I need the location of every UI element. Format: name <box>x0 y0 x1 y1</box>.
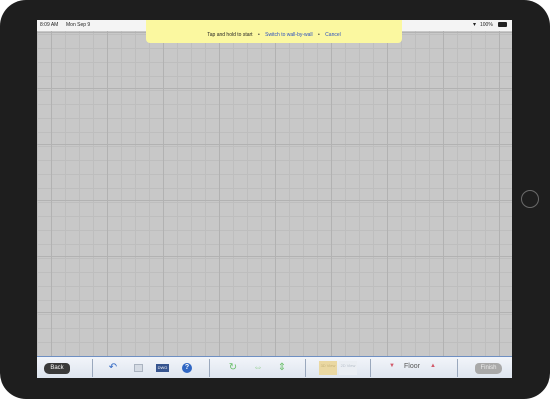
battery-percent: 100% <box>480 22 493 28</box>
floor-down-icon[interactable]: ▼ <box>389 363 395 369</box>
banner-separator: • <box>257 32 260 38</box>
flip-horizontal-icon[interactable]: ⇔ <box>252 361 264 375</box>
status-time: 8:09 AM <box>40 22 59 28</box>
bottom-toolbar: Back ↶ DWG ? ↻ ⇔ ⇕ 3D View 2D View ▼ Flo… <box>37 356 512 378</box>
save-icon[interactable] <box>134 364 143 372</box>
help-icon[interactable]: ? <box>182 363 192 373</box>
status-date: Mon Sep 9 <box>66 22 91 28</box>
banner-instruction: Tap and hold to start <box>207 32 253 38</box>
instruction-banner: Tap and hold to start • Switch to wall-b… <box>146 20 402 43</box>
wifi-icon: ▾ <box>473 22 477 28</box>
banner-separator: • <box>318 32 320 38</box>
dwg-icon[interactable]: DWG <box>156 364 169 372</box>
cancel-link[interactable]: Cancel <box>325 32 341 38</box>
toolbar-divider <box>209 359 210 377</box>
back-button[interactable]: Back <box>44 363 70 374</box>
view-3d-button[interactable]: 3D View <box>319 361 337 375</box>
rotate-icon[interactable]: ↻ <box>227 361 239 375</box>
switch-wall-by-wall-link[interactable]: Switch to wall-by-wall <box>265 32 313 38</box>
finish-button[interactable]: Finish <box>475 363 502 374</box>
floor-up-icon[interactable]: ▲ <box>430 363 436 369</box>
toolbar-divider <box>457 359 458 377</box>
battery-icon <box>498 22 507 27</box>
toolbar-divider <box>370 359 371 377</box>
toolbar-divider <box>92 359 93 377</box>
toolbar-divider <box>305 359 306 377</box>
undo-icon[interactable]: ↶ <box>107 361 119 375</box>
tablet-frame: 8:09 AM Mon Sep 9 ▾ 100% Tap and hold to… <box>0 0 550 399</box>
view-2d-button[interactable]: 2D View <box>339 361 357 375</box>
home-button[interactable] <box>521 190 539 208</box>
floor-label: Floor <box>404 363 420 370</box>
drawing-canvas[interactable]: 8:09 AM Mon Sep 9 ▾ 100% Tap and hold to… <box>37 20 512 378</box>
flip-vertical-icon[interactable]: ⇕ <box>277 361 287 375</box>
